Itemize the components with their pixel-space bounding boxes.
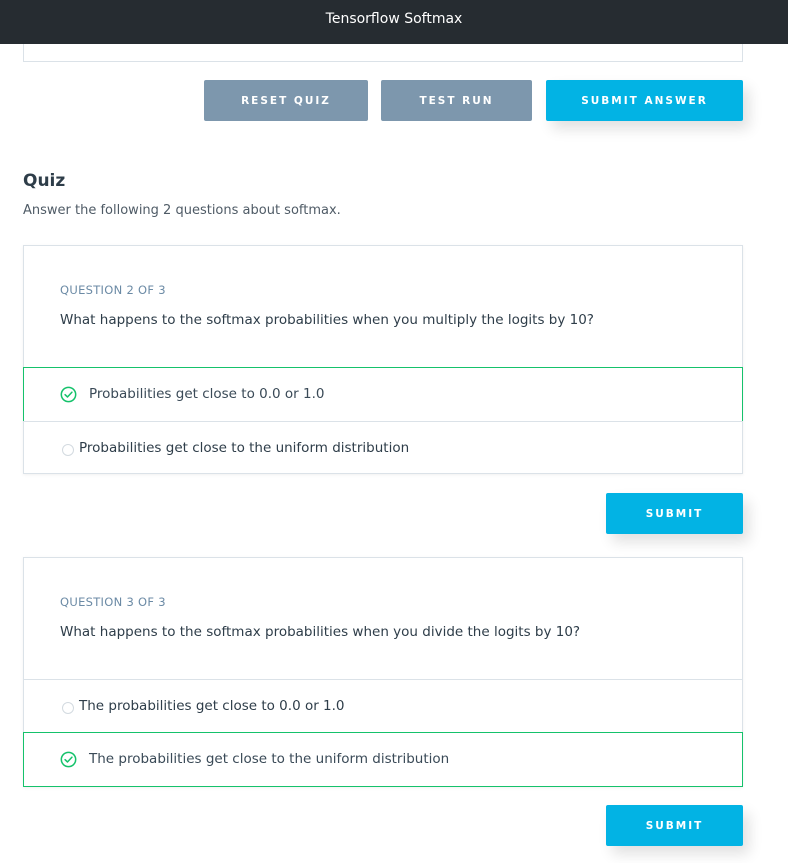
answer-option[interactable]: The probabilities get close to 0.0 or 1.… (23, 679, 743, 733)
test-run-button[interactable]: TEST RUN (381, 80, 532, 121)
answer-option-label: Probabilities get close to the uniform d… (79, 440, 410, 456)
radio-circle-icon[interactable] (62, 702, 74, 714)
check-circle-icon (60, 751, 77, 768)
answer-option-label: Probabilities get close to 0.0 or 1.0 (89, 386, 325, 402)
quiz-heading: Quiz (23, 171, 66, 191)
question-text: What happens to the softmax probabilitie… (60, 312, 594, 328)
radio-circle-icon[interactable] (62, 444, 74, 456)
submit-question-2-button[interactable]: SUBMIT (606, 493, 743, 534)
question-card: QUESTION 2 OF 3 What happens to the soft… (23, 245, 743, 474)
question-card: QUESTION 3 OF 3 What happens to the soft… (23, 557, 743, 787)
question-text: What happens to the softmax probabilitie… (60, 624, 581, 640)
submit-question-3-button[interactable]: SUBMIT (606, 805, 743, 846)
answer-option-label: The probabilities get close to the unifo… (89, 751, 450, 767)
answer-option-selected[interactable]: The probabilities get close to the unifo… (23, 732, 743, 787)
check-circle-icon (60, 386, 77, 403)
answer-option-label: The probabilities get close to 0.0 or 1.… (79, 698, 345, 714)
top-bar: Tensorflow Softmax (0, 0, 788, 44)
answer-option[interactable]: Probabilities get close to the uniform d… (23, 421, 743, 475)
question-number: QUESTION 2 OF 3 (60, 283, 166, 297)
answer-option-selected[interactable]: Probabilities get close to 0.0 or 1.0 (23, 367, 743, 422)
reset-quiz-button[interactable]: RESET QUIZ (204, 80, 368, 121)
code-editor-bottom (23, 44, 743, 62)
page-title: Tensorflow Softmax (325, 11, 463, 27)
question-number: QUESTION 3 OF 3 (60, 595, 166, 609)
quiz-description: Answer the following 2 questions about s… (23, 203, 341, 218)
submit-answer-button[interactable]: SUBMIT ANSWER (546, 80, 743, 121)
